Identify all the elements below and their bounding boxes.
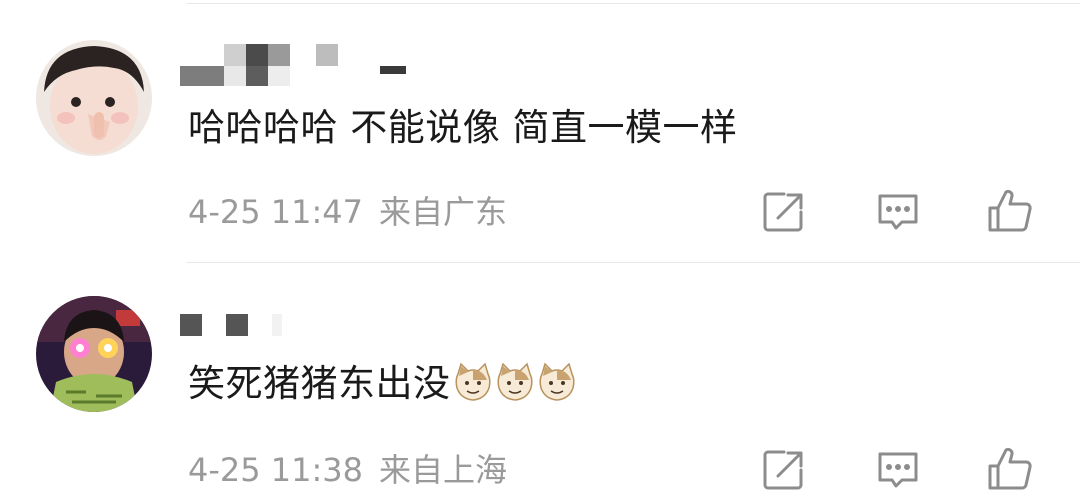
comment-text: 笑死猪猪东出没 (188, 362, 577, 412)
avatar[interactable] (36, 296, 152, 412)
comment-icon[interactable] (874, 446, 922, 494)
comment-meta: 4-25 11:38 来自上海 (188, 450, 507, 490)
share-icon[interactable] (760, 446, 808, 494)
cat-face-emoji (537, 362, 577, 412)
cat-face-emoji (495, 362, 535, 412)
username-redacted[interactable] (180, 310, 300, 350)
comment-time: 4-25 11:38 (188, 451, 364, 489)
comment-text-content: 笑死猪猪东出没 (188, 362, 451, 405)
divider-middle (186, 262, 1080, 263)
comment-item: 笑死猪猪东出没 4-25 11:38 来自上海 (0, 0, 1080, 490)
like-icon[interactable] (986, 444, 1034, 492)
comment-location: 来自上海 (379, 451, 508, 489)
cat-face-emoji (453, 362, 493, 412)
